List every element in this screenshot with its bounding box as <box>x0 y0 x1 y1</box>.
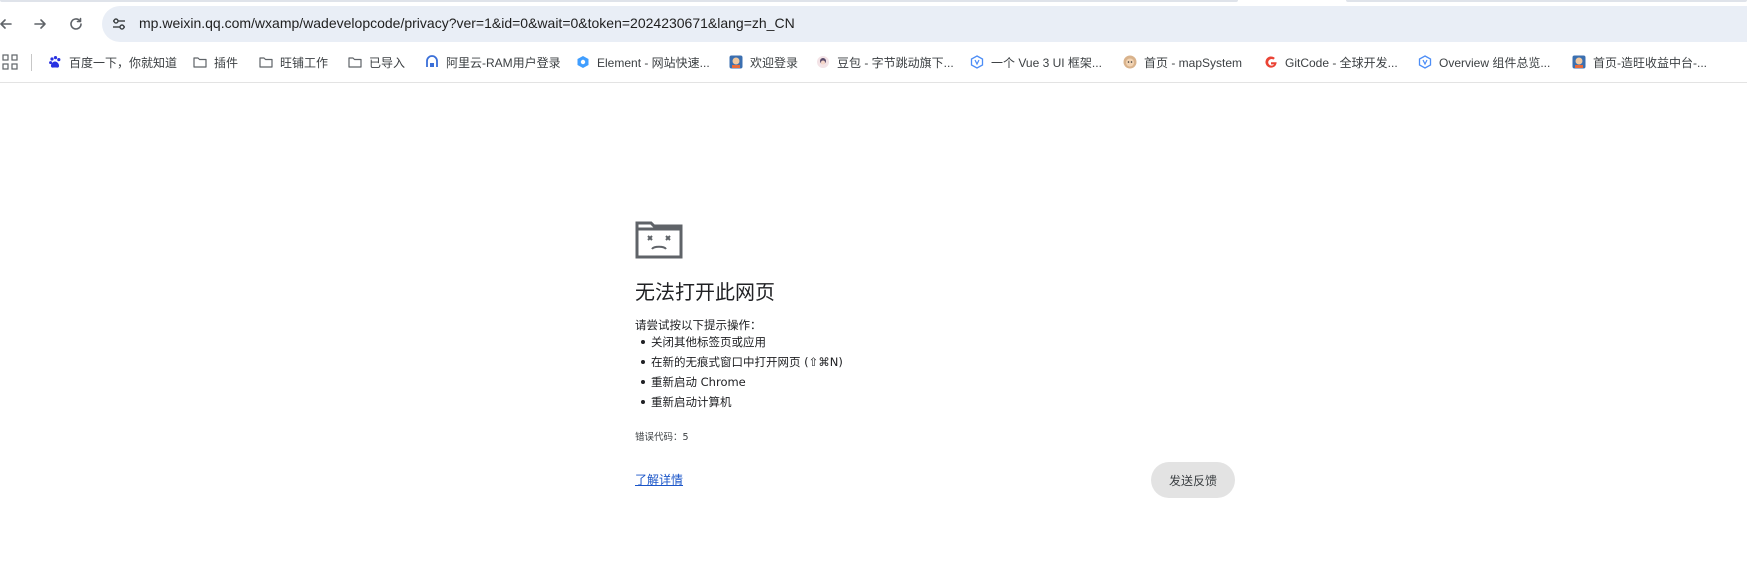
site-info-button[interactable] <box>109 14 129 34</box>
tune-icon <box>113 18 125 30</box>
bookmark-label: 豆包 - 字节跳动旗下... <box>837 55 954 70</box>
bookmark-label: 欢迎登录 <box>750 55 799 70</box>
bookmark-item[interactable]: 豆包 - 字节跳动旗下... <box>816 53 954 71</box>
avatar-icon <box>729 55 743 69</box>
browser-toolbar: mp.weixin.qq.com/wxamp/wadevelopcode/pri… <box>0 0 1747 48</box>
suggestion-intro: 请尝试按以下提示操作： <box>635 318 762 332</box>
bookmark-item[interactable]: GitCode - 全球开发... <box>1264 53 1398 71</box>
tab-strip-edge <box>1346 0 1747 2</box>
bookmark-label: 首页-造旺收益中台-... <box>1593 55 1707 70</box>
avatar-icon <box>1572 55 1586 69</box>
bookmark-item[interactable]: 首页 - mapSystem <box>1123 53 1242 71</box>
bookmark-item[interactable]: 阿里云-RAM用户登录 <box>425 53 561 71</box>
bookmark-label: 阿里云-RAM用户登录 <box>446 55 561 70</box>
bookmark-label: GitCode - 全球开发... <box>1285 55 1398 70</box>
bookmark-item[interactable]: 首页-造旺收益中台-... <box>1572 53 1707 71</box>
back-arrow-icon <box>0 19 12 29</box>
element-icon <box>576 55 590 69</box>
bookmark-label: 已导入 <box>369 55 406 70</box>
bookmarks-separator <box>31 54 32 71</box>
sad-folder-icon <box>635 221 683 259</box>
avatar-icon <box>1123 55 1137 69</box>
forward-arrow-icon <box>34 19 46 29</box>
folder-icon <box>348 55 362 69</box>
bookmark-label: 插件 <box>214 55 239 70</box>
bookmark-label: 首页 - mapSystem <box>1144 55 1243 70</box>
send-feedback-button[interactable]: 发送反馈 <box>1151 462 1235 498</box>
folder-icon <box>193 55 207 69</box>
learn-more-link[interactable]: 了解详情 <box>635 471 683 488</box>
error-title: 无法打开此网页 <box>635 280 775 304</box>
list-item: 在新的无痕式窗口中打开网页 (⇧⌘N) <box>635 352 843 372</box>
bookmark-label: Element - 网站快速... <box>597 55 710 70</box>
doubao-icon <box>816 55 830 69</box>
forward-button[interactable] <box>28 12 52 36</box>
list-item: 重新启动计算机 <box>635 392 843 412</box>
bookmark-folder[interactable]: 已导入 <box>348 53 405 71</box>
bookmark-item[interactable]: Overview 组件总览... <box>1418 53 1550 71</box>
bookmark-folder[interactable]: 旺铺工作 <box>259 53 328 71</box>
reload-button[interactable] <box>64 12 88 36</box>
bookmark-label: 百度一下，你就知道 <box>69 55 178 70</box>
bookmark-item[interactable]: 一个 Vue 3 UI 框架... <box>970 53 1102 71</box>
bookmark-item[interactable]: Element - 网站快速... <box>576 53 710 71</box>
suggestion-list: 关闭其他标签页或应用 在新的无痕式窗口中打开网页 (⇧⌘N) 重新启动 Chro… <box>635 332 843 412</box>
vue-ui-icon <box>1418 55 1432 69</box>
url-text[interactable]: mp.weixin.qq.com/wxamp/wadevelopcode/pri… <box>139 15 795 31</box>
vue-ui-icon <box>970 55 984 69</box>
list-item: 重新启动 Chrome <box>635 372 843 392</box>
bookmark-label: Overview 组件总览... <box>1439 55 1551 70</box>
bookmark-folder[interactable]: 插件 <box>193 53 238 71</box>
address-bar[interactable]: mp.weixin.qq.com/wxamp/wadevelopcode/pri… <box>102 6 1747 42</box>
bookmark-item[interactable]: 欢迎登录 <box>729 53 798 71</box>
bookmark-item[interactable]: 百度一下，你就知道 <box>48 53 177 71</box>
bookmark-label: 一个 Vue 3 UI 框架... <box>991 55 1102 70</box>
aliyun-icon <box>425 55 439 69</box>
bookmark-label: 旺铺工作 <box>280 55 329 70</box>
apps-grid-icon[interactable] <box>2 54 18 70</box>
folder-icon <box>259 55 273 69</box>
tab-strip-edge <box>0 0 1238 2</box>
baidu-paw-icon <box>48 55 62 69</box>
error-code: 错误代码：5 <box>635 432 689 443</box>
list-item: 关闭其他标签页或应用 <box>635 332 843 352</box>
google-g-icon <box>1264 55 1278 69</box>
reload-icon <box>70 17 82 30</box>
back-button[interactable] <box>0 12 18 36</box>
